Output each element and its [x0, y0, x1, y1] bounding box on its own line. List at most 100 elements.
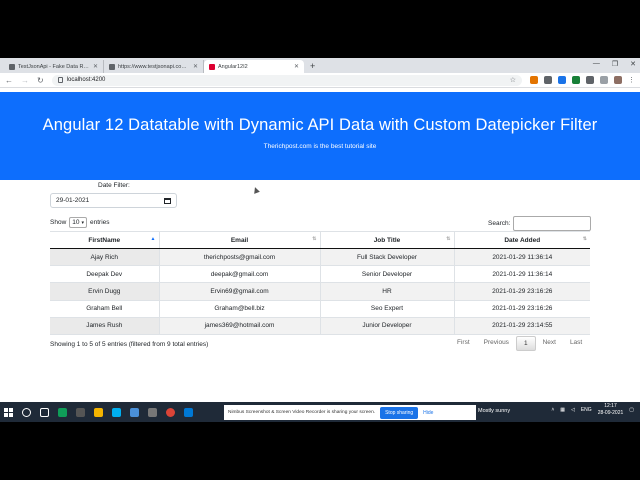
table-info: Showing 1 to 5 of 5 entries (filtered fr… — [50, 341, 209, 348]
close-icon[interactable]: ✕ — [193, 63, 198, 70]
vscode-icon[interactable] — [184, 407, 193, 417]
minimize-icon[interactable]: — — [593, 60, 600, 68]
date-value: 29-01-2021 — [56, 197, 90, 204]
cell-job-title: Senior Developer — [319, 265, 454, 284]
data-table: FirstName ▲ Email ⇅ Job Title ⇅ Date Added ⇅… — [50, 231, 590, 335]
info-icon[interactable] — [57, 77, 63, 83]
menu-icon[interactable]: ⋮ — [628, 76, 635, 84]
maximize-icon[interactable]: ❐ — [612, 60, 618, 68]
cell-email: deepak@gmail.com — [158, 265, 320, 284]
search-control: Search: — [488, 216, 592, 231]
notifications-icon[interactable]: ▢ — [629, 407, 634, 413]
avatar[interactable] — [614, 76, 622, 84]
date-filter-input[interactable]: 29-01-2021 — [50, 193, 177, 208]
close-window-icon[interactable]: ✕ — [630, 60, 636, 68]
browser-toolbar: ← → ↻ localhost:4200 ☆ ⋮ — [0, 73, 640, 88]
column-header-date-added[interactable]: Date Added ⇅ — [453, 231, 590, 249]
cell-email: Ervin69@gmail.com — [158, 282, 320, 301]
page-1-button[interactable]: 1 — [515, 336, 536, 351]
cell-job-title: HR — [319, 282, 454, 301]
cell-firstname: James Rush — [50, 317, 159, 335]
page-subtitle: Therichpost.com is the best tutorial sit… — [263, 143, 377, 150]
tab-title: TestJsonApi - Fake Data Rest API — [18, 63, 90, 70]
column-header-email[interactable]: Email ⇅ — [158, 231, 320, 249]
cell-firstname: Ervin Dugg — [50, 282, 159, 301]
tab-title: https://www.testjsonapi.com/users — [118, 63, 190, 70]
extension-icon[interactable] — [558, 76, 566, 84]
media-icon[interactable] — [600, 76, 608, 84]
task-view-icon[interactable] — [40, 407, 49, 417]
skype-icon[interactable] — [112, 407, 121, 417]
table-row: Graham Bell Graham@bell.biz Seo Expert 2… — [50, 300, 590, 318]
first-page-button[interactable]: First — [450, 336, 477, 351]
entries-select[interactable]: 10 ▾ — [69, 217, 88, 228]
tab-title: Angular12I2 — [218, 63, 248, 70]
edge-icon[interactable] — [58, 407, 67, 417]
clock-date: 28-09-2021 — [597, 410, 624, 416]
back-icon[interactable]: ← — [5, 76, 13, 85]
chevron-up-icon[interactable]: ˄ — [551, 407, 554, 413]
previous-page-button[interactable]: Previous — [477, 336, 516, 351]
pagination: First Previous 1 Next Last — [450, 336, 589, 351]
browser-tab[interactable]: https://www.testjsonapi.com/users ✕ — [104, 60, 204, 73]
window-controls: — ❐ ✕ — [593, 60, 636, 68]
language-indicator[interactable]: ENG — [581, 407, 592, 413]
cell-job-title: Junior Developer — [319, 317, 454, 335]
app-icon[interactable] — [130, 407, 139, 417]
cell-firstname: Deepak Dev — [50, 265, 159, 284]
close-icon[interactable]: ✕ — [294, 63, 299, 70]
windows-start-icon[interactable] — [4, 407, 13, 417]
sort-icon: ⇅ — [446, 236, 451, 242]
length-control: Show 10 ▾ entries — [50, 217, 110, 228]
cell-email: Graham@bell.biz — [158, 300, 320, 318]
volume-icon[interactable]: ◁ — [571, 407, 575, 413]
extension-icon[interactable] — [530, 76, 538, 84]
table-header-row: FirstName ▲ Email ⇅ Job Title ⇅ Date Added ⇅ — [50, 231, 590, 249]
clock[interactable]: 12:17 28-09-2021 — [598, 403, 624, 417]
table-row: Ajay Rich therichposts@gmail.com Full St… — [50, 248, 590, 267]
length-prefix: Show — [50, 219, 67, 226]
stop-sharing-button[interactable]: Stop sharing — [380, 406, 419, 419]
search-input[interactable] — [513, 216, 592, 231]
sort-icon: ⇅ — [312, 236, 317, 242]
browser-tab[interactable]: TestJsonApi - Fake Data Rest API ✕ — [4, 60, 104, 73]
star-icon[interactable]: ☆ — [510, 76, 516, 84]
system-tray: ˄ ▦ ◁ ENG 12:17 28-09-2021 ▢ — [551, 403, 634, 417]
app-icon[interactable] — [148, 407, 157, 417]
calendar-icon[interactable] — [164, 197, 171, 204]
search-icon[interactable] — [22, 407, 31, 417]
entries-value: 10 — [72, 219, 80, 226]
column-header-job-title[interactable]: Job Title ⇅ — [319, 231, 454, 249]
search-label: Search: — [488, 220, 511, 227]
extension-icon[interactable] — [544, 76, 552, 84]
extension-icon[interactable] — [572, 76, 580, 84]
forward-icon[interactable]: → — [21, 76, 29, 85]
header-label: Date Added — [504, 236, 541, 244]
cell-date-added: 2021-01-29 23:16:26 — [453, 300, 590, 318]
table-row: Ervin Dugg Ervin69@gmail.com HR 2021-01-… — [50, 282, 590, 301]
hide-button[interactable]: Hide — [423, 410, 433, 416]
chrome-icon[interactable] — [166, 407, 175, 417]
cell-email: therichposts@gmail.com — [158, 248, 320, 267]
close-icon[interactable]: ✕ — [93, 63, 98, 70]
store-icon[interactable] — [76, 407, 85, 417]
network-icon[interactable]: ▦ — [560, 407, 565, 413]
cell-firstname: Graham Bell — [50, 300, 159, 318]
puzzle-icon[interactable] — [586, 76, 594, 84]
last-page-button[interactable]: Last — [563, 336, 589, 351]
new-tab-icon[interactable]: + — [304, 60, 321, 73]
address-bar[interactable]: localhost:4200 ☆ — [51, 74, 522, 86]
angular-icon — [209, 63, 215, 70]
screen-share-notice: Nimbus Screenshot & Screen Video Recorde… — [224, 405, 476, 420]
browser-tab-active[interactable]: Angular12I2 ✕ — [204, 60, 304, 73]
reload-icon[interactable]: ↻ — [37, 76, 44, 85]
cell-email: james369@hotmail.com — [158, 317, 320, 335]
sort-icon: ⇅ — [582, 236, 587, 242]
next-page-button[interactable]: Next — [536, 336, 563, 351]
column-header-firstname[interactable]: FirstName ▲ — [50, 231, 159, 249]
url-text: localhost:4200 — [66, 77, 106, 83]
weather-widget[interactable]: Mostly sunny — [478, 408, 510, 414]
clock-time: 12:17 — [604, 403, 617, 409]
table-row: James Rush james369@hotmail.com Junior D… — [50, 317, 590, 335]
explorer-icon[interactable] — [94, 407, 103, 417]
